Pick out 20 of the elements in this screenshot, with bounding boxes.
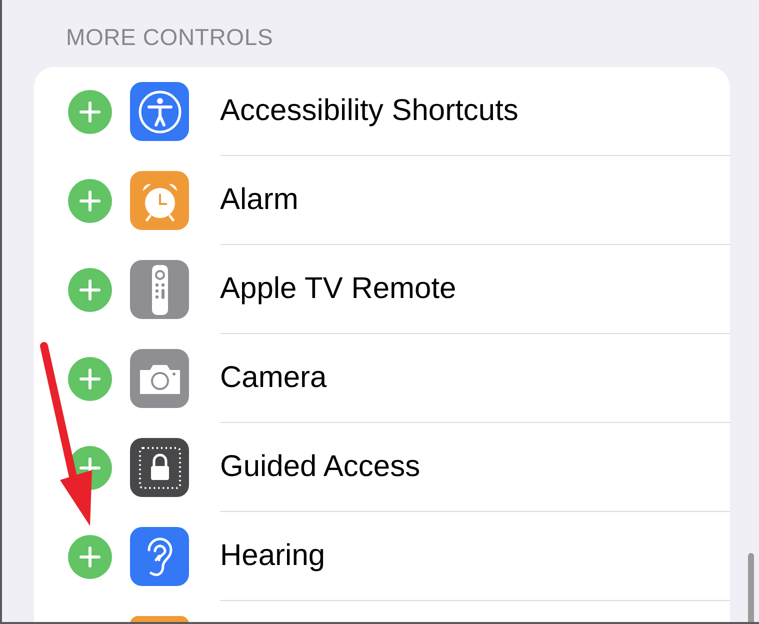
section-header: MORE CONTROLS xyxy=(66,24,274,50)
control-label: Hearing xyxy=(220,539,326,573)
plus-icon xyxy=(79,546,101,568)
control-label: Guided Access xyxy=(220,450,420,484)
remote-control-icon xyxy=(150,264,170,314)
add-button[interactable] xyxy=(68,268,112,312)
add-button[interactable] xyxy=(68,534,112,578)
accessibility-icon xyxy=(136,88,182,134)
control-label: Camera xyxy=(220,361,327,395)
scroll-bar xyxy=(748,553,754,622)
control-label: Apple TV Remote xyxy=(220,272,456,306)
plus-icon xyxy=(79,190,101,212)
plus-icon xyxy=(79,100,101,122)
add-button[interactable] xyxy=(68,356,112,400)
control-label: Alarm xyxy=(220,183,298,217)
plus-icon xyxy=(79,368,101,390)
add-button[interactable] xyxy=(68,178,112,222)
control-label: Accessibility Shortcuts xyxy=(220,94,518,128)
add-button[interactable] xyxy=(68,90,112,134)
plus-icon xyxy=(79,278,101,300)
